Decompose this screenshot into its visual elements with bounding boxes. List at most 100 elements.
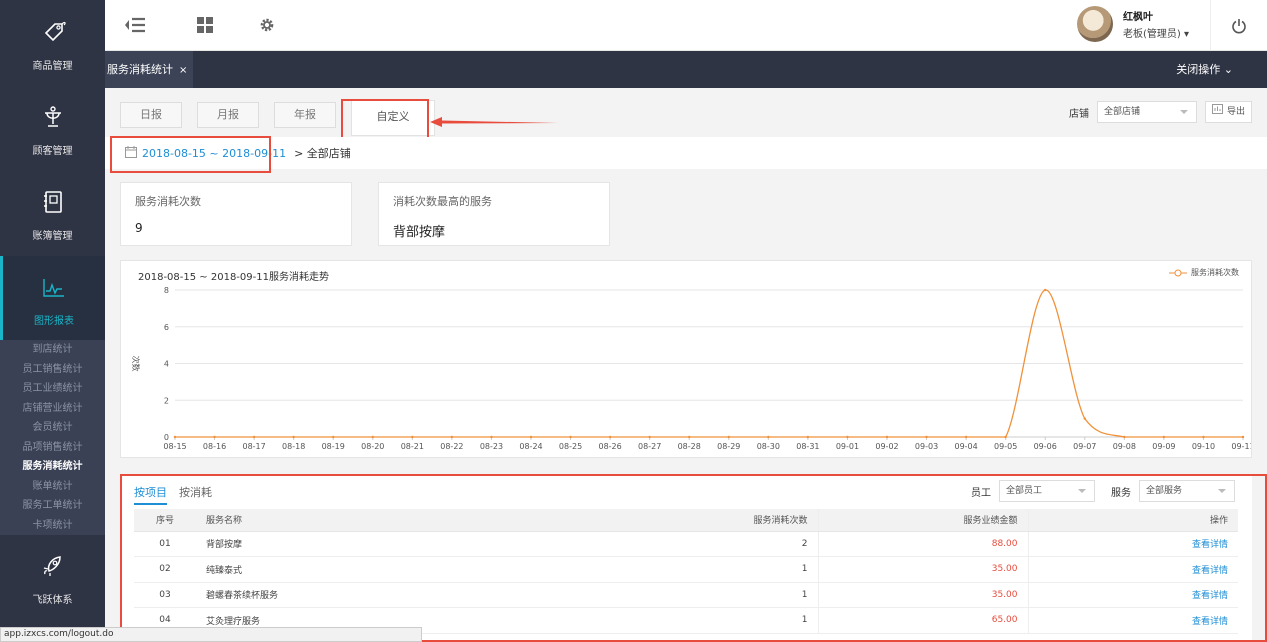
data-point: [688, 435, 691, 439]
crown-icon: [36, 100, 70, 134]
x-tick-label: 09-06: [1034, 442, 1057, 451]
data-point: [1241, 435, 1245, 439]
highlight-box: [120, 474, 1267, 642]
data-point: [529, 435, 533, 439]
x-tick-label: 08-23: [480, 442, 503, 451]
x-tick-label: 09-07: [1073, 442, 1096, 451]
x-tick-label: 08-17: [242, 442, 265, 451]
sidebar-subitem[interactable]: 账单统计: [0, 477, 105, 497]
user-name: 红枫叶: [1122, 12, 1153, 23]
tab-daily[interactable]: 日报: [120, 102, 182, 128]
tab-monthly[interactable]: 月报: [197, 102, 259, 128]
sidebar-subitem[interactable]: 品项销售统计: [0, 438, 105, 458]
data-point: [332, 435, 335, 439]
data-point: [767, 435, 770, 439]
collapse-menu-icon[interactable]: [123, 14, 147, 36]
x-tick-label: 09-08: [1113, 442, 1136, 451]
tab-service-consumption[interactable]: 服务消耗统计 ×: [105, 51, 194, 88]
sidebar-subitem[interactable]: 店铺营业统计: [0, 399, 105, 419]
x-tick-label: 08-18: [282, 442, 305, 451]
sidebar-item-reports[interactable]: 图形报表: [0, 256, 105, 340]
x-tick-label: 09-05: [994, 442, 1017, 451]
tag-icon: [36, 15, 70, 49]
y-tick-label: 4: [164, 360, 169, 369]
data-point: [569, 435, 572, 439]
sidebar-item-label: 商品管理: [32, 60, 73, 72]
x-tick-label: 09-03: [915, 442, 938, 451]
export-label: 导出: [1226, 107, 1245, 117]
stat-title: 服务消耗次数: [135, 195, 201, 208]
x-tick-label: 09-09: [1152, 442, 1175, 451]
store-label: 店铺: [1068, 108, 1089, 120]
x-tick-label: 09-11: [1231, 442, 1251, 451]
data-point: [964, 435, 968, 439]
x-tick-label: 08-26: [598, 442, 621, 451]
x-tick-label: 08-21: [401, 442, 424, 451]
data-point: [925, 435, 928, 439]
data-point: [1083, 417, 1086, 420]
sidebar-subitem[interactable]: 卡项统计: [0, 516, 105, 536]
trend-chart: 2018-08-15 ~ 2018-09-11服务消耗走势 服务消耗次数 024…: [120, 260, 1252, 458]
sidebar-item-label: 图形报表: [34, 315, 74, 327]
store-controls: 店铺 全部店铺 导出: [1069, 101, 1252, 123]
power-icon[interactable]: [1210, 0, 1267, 51]
highlight-box: [110, 136, 271, 173]
data-point: [1162, 435, 1166, 439]
data-point: [450, 435, 454, 439]
sidebar-subitem[interactable]: 服务工单统计: [0, 496, 105, 516]
y-axis-label: 次数: [131, 356, 141, 372]
sidebar-item-ledger[interactable]: 账簿管理: [0, 171, 105, 256]
tab-yearly[interactable]: 年报: [274, 102, 336, 128]
sidebar-subitem[interactable]: 服务消耗统计: [0, 457, 105, 477]
x-tick-label: 09-02: [875, 442, 898, 451]
page-tab-strip: 服务消耗统计 × 关闭操作 ⌄: [105, 51, 1267, 88]
data-point: [885, 435, 889, 439]
gear-icon[interactable]: [255, 14, 279, 36]
sidebar-subitem[interactable]: 到店统计: [0, 340, 105, 360]
data-point: [648, 435, 651, 439]
y-tick-label: 8: [164, 286, 169, 295]
close-operations-menu[interactable]: 关闭操作 ⌄: [1176, 51, 1233, 88]
sidebar-item-leap[interactable]: 飞跃体系: [0, 535, 105, 619]
sidebar-subitem[interactable]: 员工业绩统计: [0, 379, 105, 399]
sidebar: 商品管理 顾客管理 账簿管理 图形报表 到店统计 员工销售统计 员工业绩统计 店铺营业…: [0, 0, 105, 642]
rocket-icon: [36, 549, 70, 583]
store-select[interactable]: 全部店铺: [1096, 101, 1197, 123]
export-button[interactable]: 导出: [1204, 101, 1252, 123]
x-tick-label: 09-10: [1192, 442, 1215, 451]
stat-value: 9: [135, 221, 143, 235]
sidebar-subitem[interactable]: 员工销售统计: [0, 360, 105, 380]
x-tick-label: 08-25: [559, 442, 582, 451]
caret-down-icon: ⌄: [1223, 63, 1233, 76]
data-point: [727, 435, 730, 439]
tab-label: 服务消耗统计: [107, 63, 173, 76]
sidebar-subitem[interactable]: 会员统计: [0, 418, 105, 438]
user-menu[interactable]: 红枫叶 老板(管理员) ▾: [1076, 6, 1189, 42]
x-tick-label: 08-29: [717, 442, 740, 451]
stat-card-top-service: 消耗次数最高的服务 背部按摩: [378, 182, 610, 246]
top-bar: 红枫叶 老板(管理员) ▾: [105, 0, 1267, 51]
export-icon: [1211, 102, 1223, 122]
sidebar-item-label: 飞跃体系: [32, 594, 73, 606]
x-tick-label: 08-27: [638, 442, 661, 451]
sidebar-item-products[interactable]: 商品管理: [0, 0, 105, 86]
data-point: [213, 435, 216, 439]
caret-down-icon: ▾: [1183, 29, 1189, 40]
close-icon[interactable]: ×: [179, 65, 187, 76]
x-tick-label: 08-15: [163, 442, 186, 451]
data-point: [1044, 288, 1047, 292]
chart-plot: 0 2 4 6 8 08-15 08-16 08-17 08-18 08-19 08-20 08-21…: [131, 286, 1251, 451]
sidebar-item-customers[interactable]: 顾客管理: [0, 86, 105, 171]
x-tick-label: 08-16: [203, 442, 226, 451]
x-tick-label: 08-30: [757, 442, 780, 451]
chart-line-icon: [37, 270, 71, 304]
x-tick-label: 08-20: [361, 442, 384, 451]
stat-card-total: 服务消耗次数 9: [120, 182, 352, 246]
data-point: [846, 435, 849, 439]
data-point: [1004, 435, 1007, 439]
ledger-icon: [36, 185, 70, 219]
grid-apps-icon[interactable]: [193, 14, 217, 36]
x-tick-label: 08-22: [440, 442, 463, 451]
x-tick-label: 09-01: [836, 442, 859, 451]
avatar[interactable]: [1076, 6, 1113, 42]
